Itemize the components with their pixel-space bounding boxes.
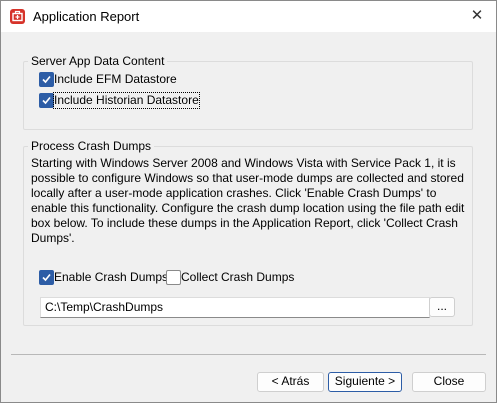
crash-dumps-description: Starting with Windows Server 2008 and Wi…	[31, 156, 465, 245]
collect-crash-dumps-check-icon[interactable]	[166, 270, 181, 285]
app-report-icon	[10, 9, 25, 24]
enable-crash-dumps-label: Enable Crash Dumps	[54, 270, 169, 284]
window-title: Application Report	[33, 9, 140, 24]
enable-crash-dumps-check-icon[interactable]	[39, 270, 54, 285]
back-button[interactable]: < Atrás	[257, 372, 324, 392]
include-efm-datastore-checkbox[interactable]: Include EFM Datastore	[39, 72, 199, 87]
application-report-dialog: Application Report ✕ Server App Data Con…	[0, 0, 497, 403]
include-historian-datastore-checkbox[interactable]: Include Historian Datastore	[39, 92, 200, 109]
enable-crash-dumps-checkbox[interactable]: Enable Crash Dumps	[39, 270, 168, 285]
footer-divider	[11, 354, 486, 355]
include-historian-datastore-label: Include Historian Datastore	[53, 92, 200, 109]
close-button[interactable]: Close	[412, 372, 486, 392]
collect-crash-dumps-label: Collect Crash Dumps	[181, 270, 295, 284]
crash-dump-path-input[interactable]	[40, 297, 430, 318]
include-efm-datastore-label: Include EFM Datastore	[54, 72, 177, 86]
process-crash-dumps-group-label: Process Crash Dumps	[28, 139, 155, 153]
next-button[interactable]: Siguiente >	[328, 372, 402, 392]
close-window-icon[interactable]: ✕	[463, 5, 491, 27]
title-bar: Application Report ✕	[1, 1, 496, 32]
include-historian-datastore-check-icon[interactable]	[39, 93, 54, 108]
collect-crash-dumps-checkbox[interactable]: Collect Crash Dumps	[166, 270, 294, 285]
include-efm-datastore-check-icon[interactable]	[39, 72, 54, 87]
browse-path-button[interactable]: ...	[429, 297, 455, 317]
server-app-data-group-label: Server App Data Content	[28, 54, 168, 68]
